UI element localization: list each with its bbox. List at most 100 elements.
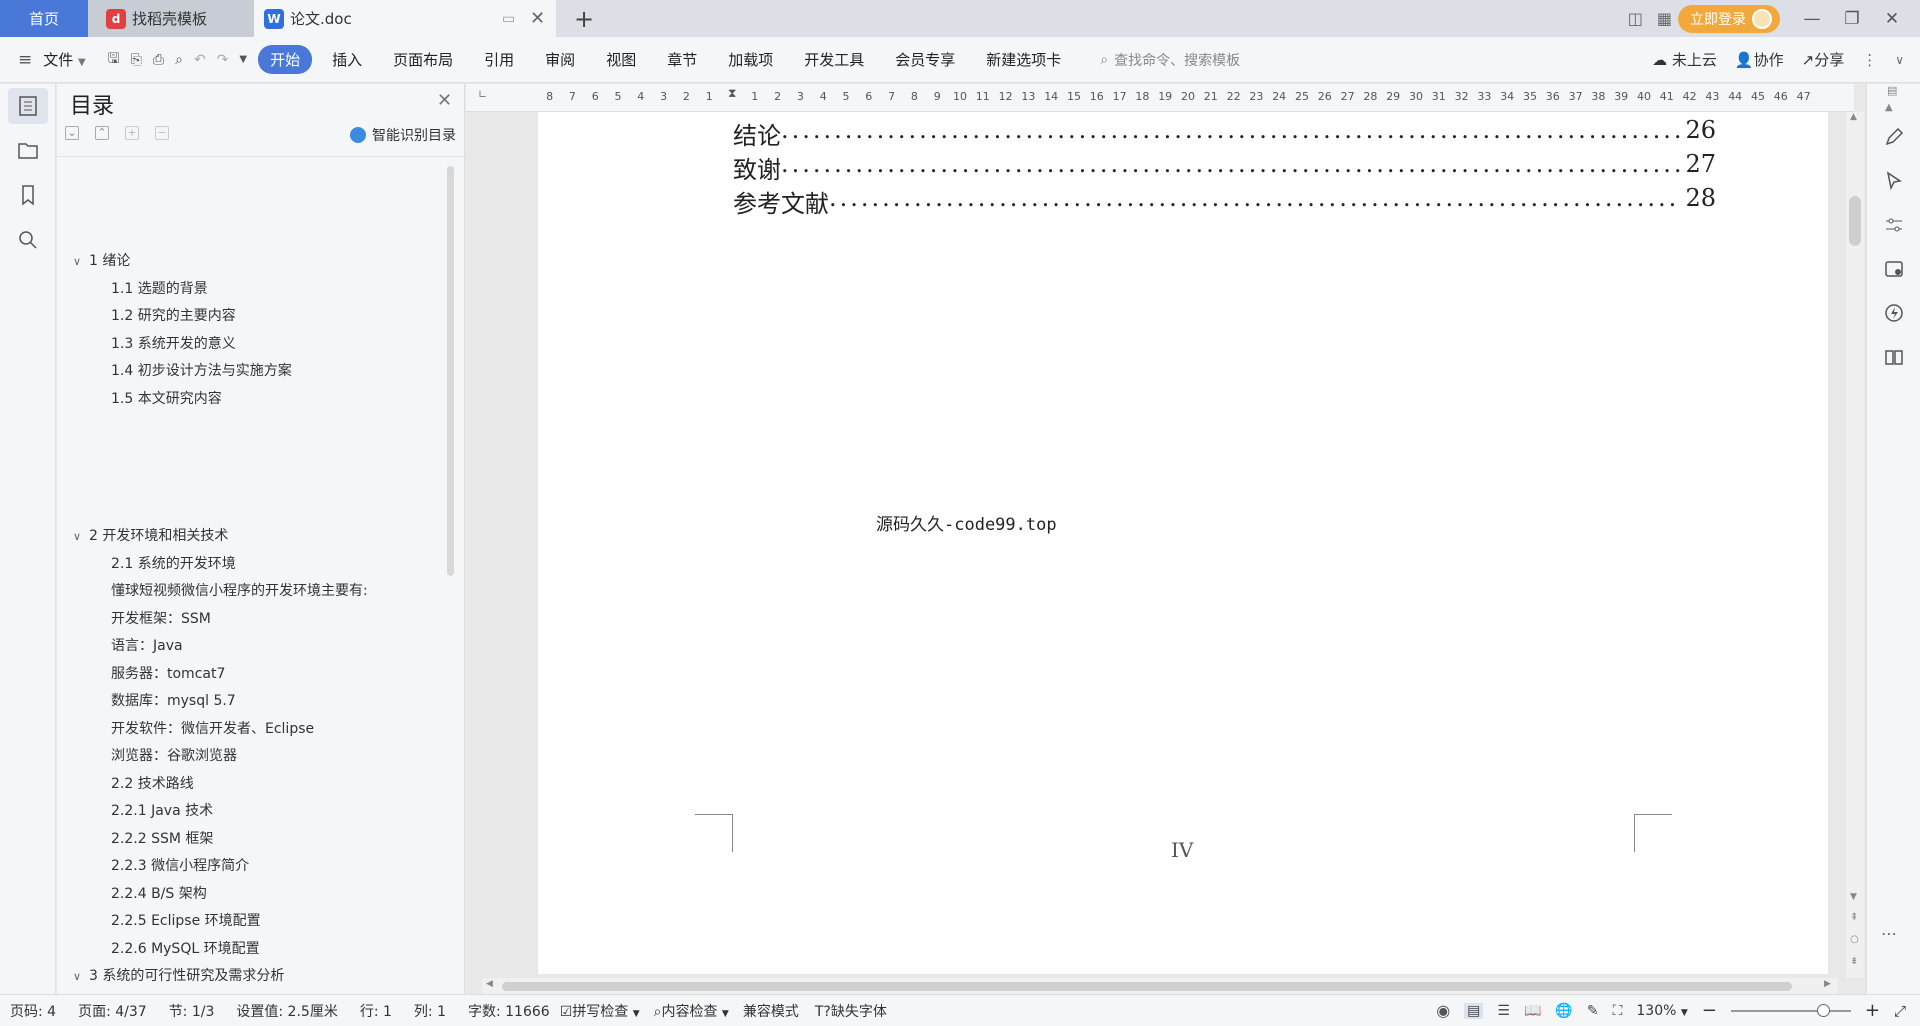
image-tool-icon[interactable] <box>1883 258 1905 280</box>
horizontal-scrollbar[interactable]: ◀ ▶ <box>482 978 1838 994</box>
restore-icon[interactable]: ❐ <box>1832 9 1872 29</box>
scroll-right-icon[interactable]: ▶ <box>1824 979 1831 989</box>
status-page-code[interactable]: 页码: 4 <box>10 1001 56 1021</box>
scroll-thumb[interactable] <box>1849 196 1861 246</box>
collab-button[interactable]: 👤协作 <box>1735 49 1784 70</box>
scroll-left-icon[interactable]: ◀ <box>486 979 493 989</box>
layout-icon[interactable]: ◫ <box>1628 9 1643 28</box>
status-section[interactable]: 节: 1/3 <box>169 1001 215 1021</box>
indent-marker-icon[interactable]: ⧗ <box>728 86 736 101</box>
smart-toc-button[interactable]: 智能识别目录 <box>350 125 456 145</box>
read-view-icon[interactable]: 📖 <box>1524 1003 1541 1019</box>
scroll-down-icon[interactable]: ▼ <box>1850 892 1857 902</box>
zoom-out-icon[interactable]: − <box>1702 1000 1717 1021</box>
toc-item[interactable]: 开发软件：微信开发者、Eclipse <box>111 718 314 738</box>
tab-template[interactable]: d 找稻壳模板 <box>88 0 254 37</box>
scroll-top-icon[interactable]: ▲ <box>1885 102 1893 113</box>
toc-item[interactable]: 2.1 系统的开发环境 <box>111 553 236 573</box>
menu-home[interactable]: 开始 <box>258 45 313 74</box>
toc-item[interactable]: 服务器：tomcat7 <box>111 663 225 683</box>
toc-item[interactable]: 开发框架：SSM <box>111 608 211 628</box>
scroll-up-icon[interactable]: ▲ <box>1850 112 1857 122</box>
toc-item[interactable]: 1.3 系统开发的意义 <box>111 333 236 353</box>
menu-member[interactable]: 会员专享 <box>895 49 955 70</box>
toc-item[interactable]: ∨ 1 绪论 <box>73 250 130 270</box>
toc-item[interactable]: 2.2.4 B/S 架构 <box>111 883 207 903</box>
adjust-icon[interactable] <box>1883 214 1905 236</box>
print-icon[interactable]: ⎙ <box>153 52 164 68</box>
menu-developer[interactable]: 开发工具 <box>804 49 864 70</box>
prev-page-icon[interactable]: ⇞ <box>1850 912 1858 923</box>
new-tab-icon[interactable]: + <box>556 0 594 37</box>
pin-icon[interactable]: ▭ <box>502 11 515 27</box>
menu-review[interactable]: 审阅 <box>545 49 575 70</box>
scroll-thumb[interactable] <box>502 982 1792 991</box>
ruler-toggle-icon[interactable]: ▤ <box>1887 84 1897 97</box>
toc-item[interactable]: 2.2.1 Java 技术 <box>111 800 213 820</box>
zoom-in-icon[interactable]: + <box>1865 1000 1880 1021</box>
zoom-slider-handle[interactable] <box>1816 1003 1830 1017</box>
tab-home[interactable]: 首页 <box>0 0 88 37</box>
zoom-slider[interactable] <box>1730 1003 1851 1017</box>
toc-item[interactable]: 2.2.6 MySQL 环境配置 <box>111 938 260 958</box>
command-search[interactable]: ⌕ 查找命令、搜索模板 <box>1100 50 1240 70</box>
toc-item[interactable]: 语言：Java <box>111 635 183 655</box>
toc-item[interactable]: 2.2.2 SSM 框架 <box>111 828 213 848</box>
write-mode-icon[interactable]: ✎ <box>1587 1003 1599 1019</box>
status-words[interactable]: 字数: 11666 <box>468 1001 550 1021</box>
share-button[interactable]: ↗分享 <box>1802 49 1845 70</box>
folder-icon[interactable] <box>15 137 41 163</box>
page-view-icon[interactable]: ▤ <box>1464 1002 1484 1019</box>
toc-item[interactable]: 1.4 初步设计方法与实施方案 <box>111 360 292 380</box>
cloud-button[interactable]: ☁ 未上云 <box>1652 49 1717 70</box>
apps-grid-icon[interactable]: ▦ <box>1657 9 1672 28</box>
toc-item[interactable]: 1.1 选题的背景 <box>111 278 208 298</box>
toc-item[interactable]: 2.2.3 微信小程序简介 <box>111 855 249 875</box>
toc-scrollbar[interactable] <box>447 166 454 576</box>
export-icon[interactable]: ⎘ <box>131 52 142 68</box>
redo-icon[interactable]: ↷ <box>217 52 229 68</box>
toc-item[interactable]: 2.2 技术路线 <box>111 773 194 793</box>
vertical-scrollbar[interactable]: ▲ ▼ ⇞ ○ ⇟ <box>1846 112 1864 978</box>
status-row[interactable]: 行: 1 <box>360 1001 392 1021</box>
menu-addins[interactable]: 加载项 <box>728 49 773 70</box>
menu-references[interactable]: 引用 <box>484 49 514 70</box>
login-button[interactable]: 立即登录 <box>1678 4 1780 33</box>
toc-item[interactable]: 1.2 研究的主要内容 <box>111 305 236 325</box>
toc-item[interactable]: 2.2.5 Eclipse 环境配置 <box>111 910 261 930</box>
remove-item-icon[interactable]: − <box>155 126 169 140</box>
status-setting[interactable]: 设置值: 2.5厘米 <box>236 1001 337 1021</box>
more-tools-icon[interactable]: ▼ <box>239 54 247 65</box>
status-col[interactable]: 列: 1 <box>414 1001 446 1021</box>
toc-item[interactable]: 懂球短视频微信小程序的开发环境主要有: <box>111 580 368 600</box>
more-icon[interactable]: ⋯ <box>1881 924 1897 943</box>
collapse-ribbon-icon[interactable]: ∨ <box>1895 53 1904 67</box>
more-vertical-icon[interactable]: ⋮ <box>1862 51 1877 69</box>
content-check-button[interactable]: ⌕内容检查 ▼ <box>654 1001 729 1021</box>
minimize-icon[interactable]: — <box>1792 9 1832 29</box>
lightning-icon[interactable] <box>1883 302 1905 324</box>
toc-item[interactable]: 1.5 本文研究内容 <box>111 388 222 408</box>
missing-font-button[interactable]: T?缺失字体 <box>815 1001 887 1021</box>
menu-view[interactable]: 视图 <box>606 49 636 70</box>
menu-insert[interactable]: 插入 <box>332 49 362 70</box>
toc-item[interactable]: 数据库：mysql 5.7 <box>111 690 236 710</box>
web-view-icon[interactable]: 🌐 <box>1555 1003 1572 1019</box>
file-menu[interactable]: 文件 ▼ <box>43 49 86 70</box>
horizontal-ruler[interactable]: ∟ 8 7 6 5 4 3 2 1 1 2 3 4 5 6 7 8 9 10 11 12 13 14 15 16 17 18 19 2… <box>466 84 1854 112</box>
select-browse-icon[interactable]: ○ <box>1850 934 1859 945</box>
spell-check-button[interactable]: ☑拼写检查 ▼ <box>560 1001 640 1021</box>
fit-page-icon[interactable]: ⛶ <box>1613 1003 1623 1019</box>
add-item-icon[interactable]: + <box>125 126 139 140</box>
toc-item[interactable]: ∨ 2 开发环境和相关技术 <box>73 525 228 545</box>
collapse-all-icon[interactable]: ⌃ <box>95 126 109 140</box>
toc-item[interactable]: ∨ 3 系统的可行性研究及需求分析 <box>73 965 284 985</box>
close-window-icon[interactable]: ✕ <box>1872 9 1912 29</box>
select-cursor-icon[interactable] <box>1883 170 1905 192</box>
search-icon[interactable] <box>15 227 41 253</box>
zoom-level[interactable]: 130% ▼ <box>1636 1003 1687 1019</box>
outline-view-icon[interactable]: ☰ <box>1497 1003 1510 1019</box>
read-mode-icon[interactable] <box>1883 346 1905 368</box>
menu-new-tab[interactable]: 新建选项卡 <box>986 49 1061 70</box>
close-icon[interactable]: ✕ <box>437 90 452 111</box>
